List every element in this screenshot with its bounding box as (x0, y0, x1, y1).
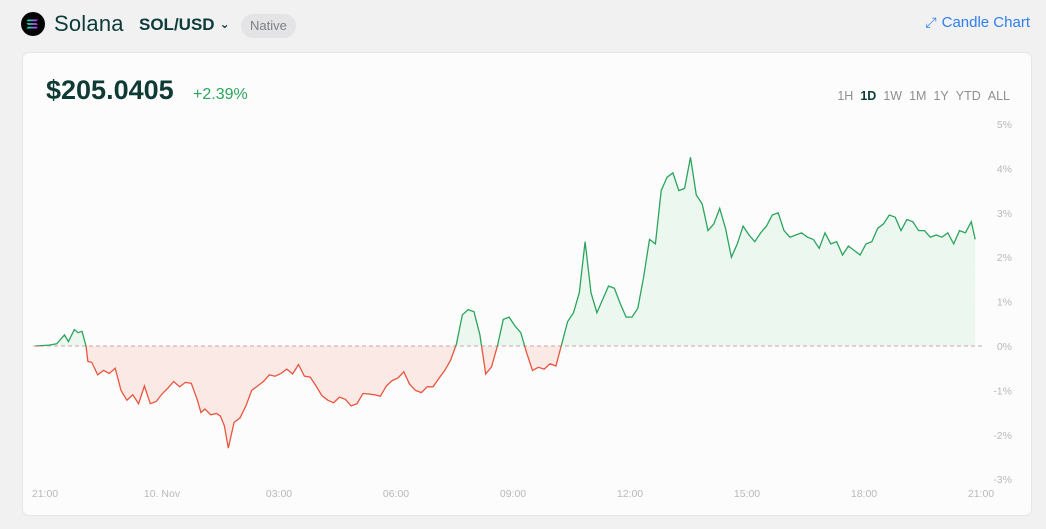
x-tick-label: 21:00 (968, 488, 994, 500)
y-tick-label: 0% (997, 341, 1012, 353)
y-tick-label: 4% (997, 163, 1012, 175)
x-tick-label: 03:00 (266, 488, 292, 500)
x-tick-label: 21:00 (32, 488, 58, 500)
x-tick-label: 09:00 (500, 488, 526, 500)
y-tick-label: 5% (997, 119, 1012, 131)
y-tick-label: -2% (993, 430, 1012, 442)
y-tick-label: 1% (997, 297, 1012, 309)
y-tick-label: 3% (997, 208, 1012, 220)
x-tick-label: 12:00 (617, 488, 643, 500)
x-tick-label: 18:00 (851, 488, 877, 500)
y-tick-label: -1% (993, 385, 1012, 397)
price-chart: 5% 4% 3% 2% 1% 0% -1% -2% -3% 21:00 10. Nov 03:00 0… (32, 119, 1012, 500)
y-tick-label: 2% (997, 252, 1012, 264)
y-tick-label: -3% (993, 474, 1012, 486)
x-tick-label: 10. Nov (144, 488, 181, 500)
x-tick-label: 15:00 (734, 488, 760, 500)
positive-area (35, 157, 976, 346)
x-tick-label: 06:00 (383, 488, 409, 500)
